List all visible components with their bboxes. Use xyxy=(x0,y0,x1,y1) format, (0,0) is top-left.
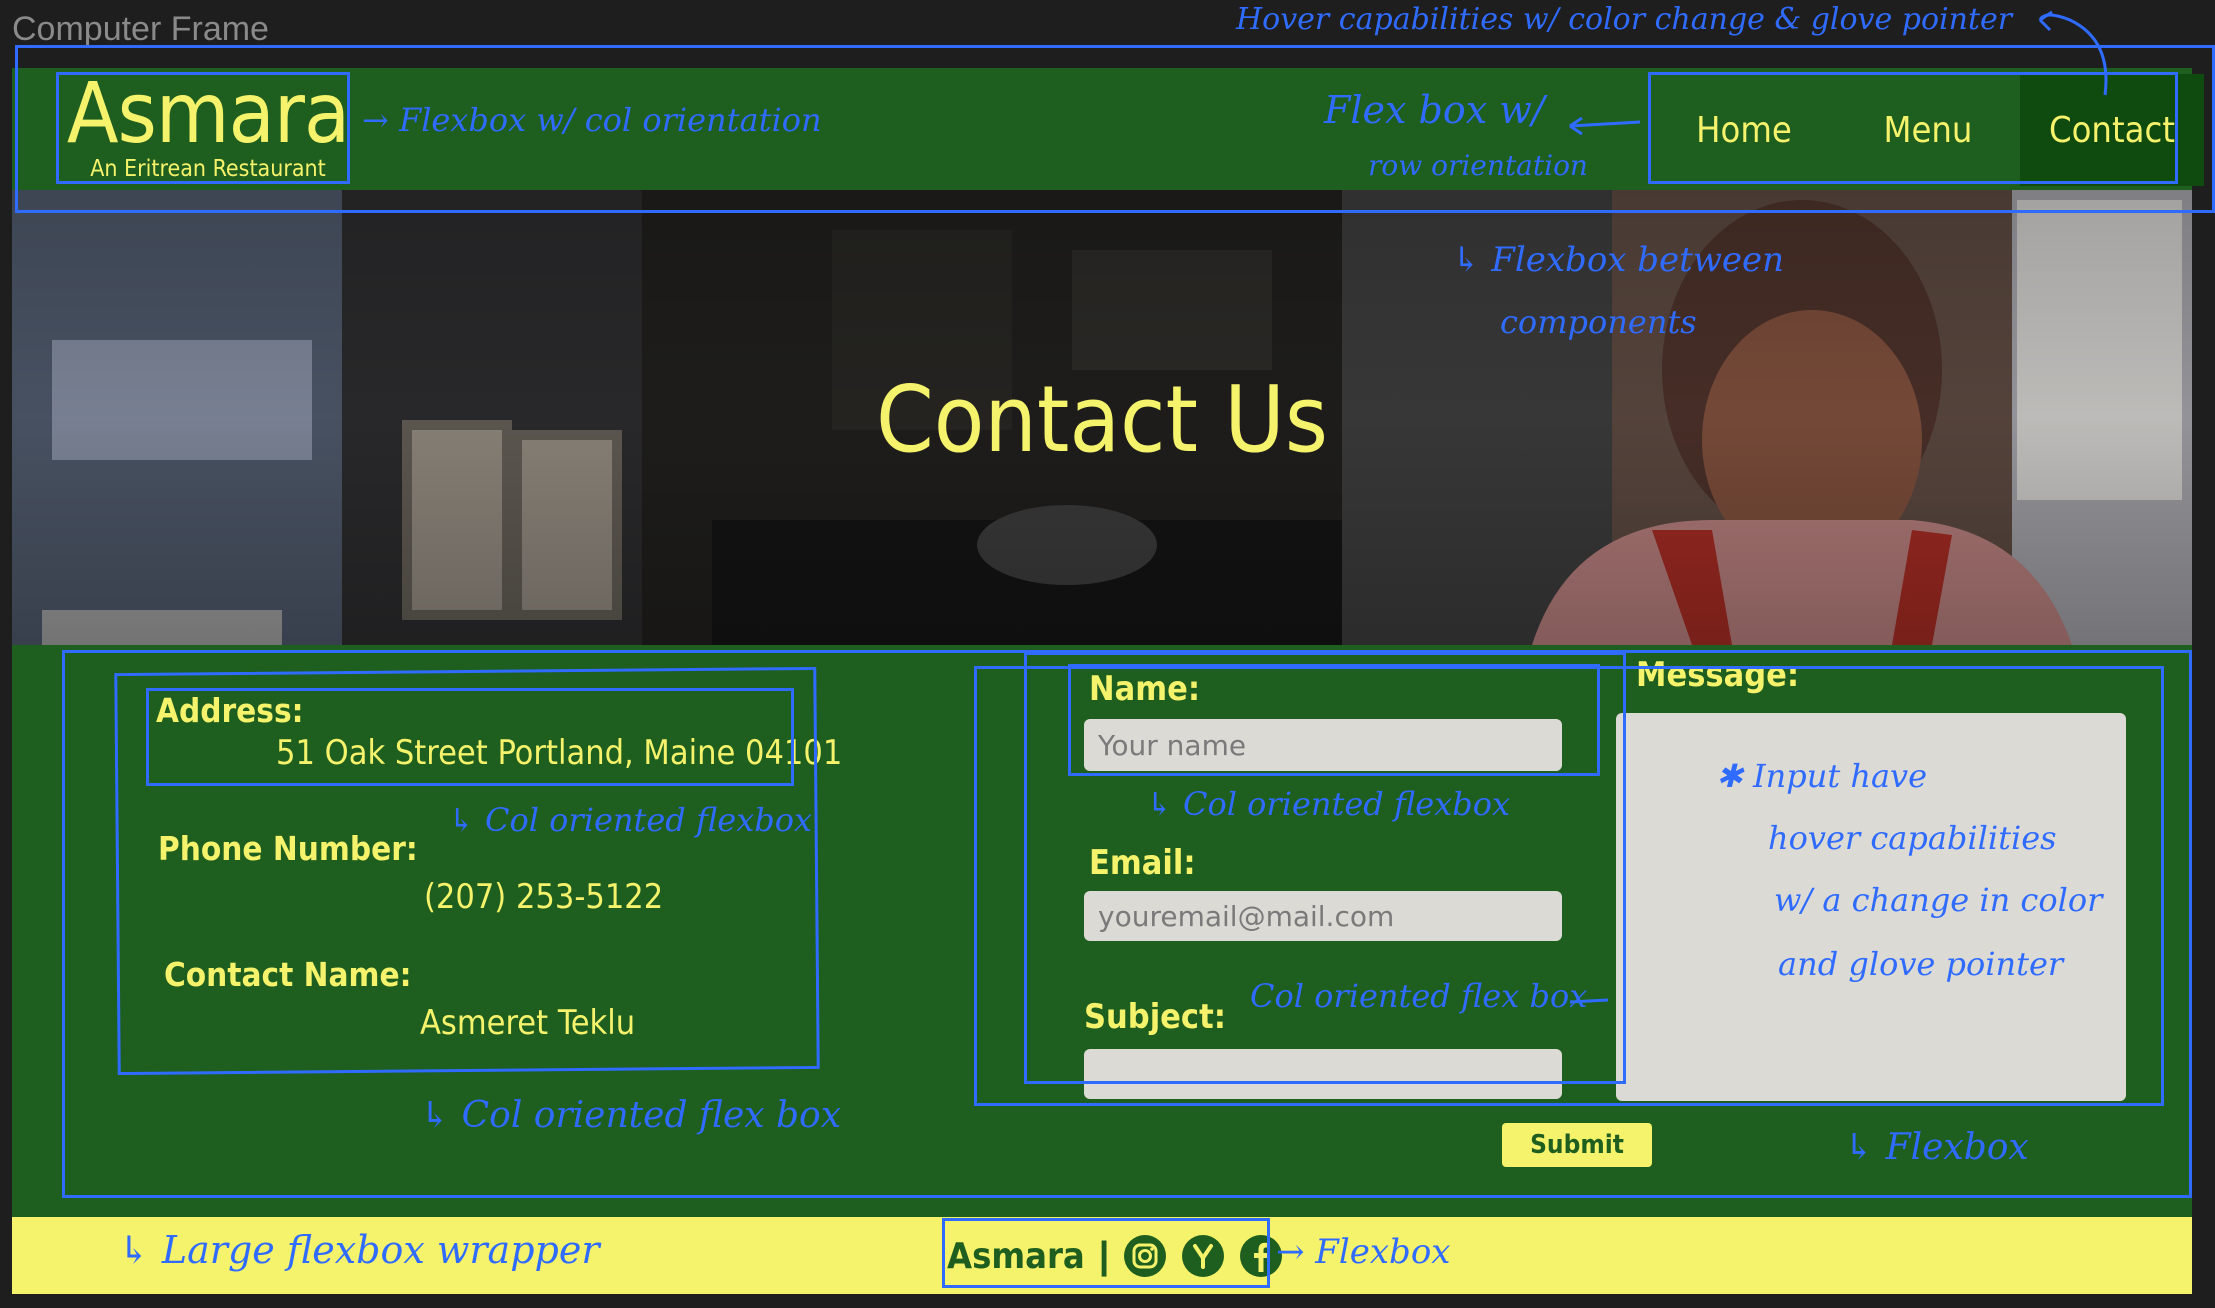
annotation-arrows xyxy=(1569,10,2108,1004)
